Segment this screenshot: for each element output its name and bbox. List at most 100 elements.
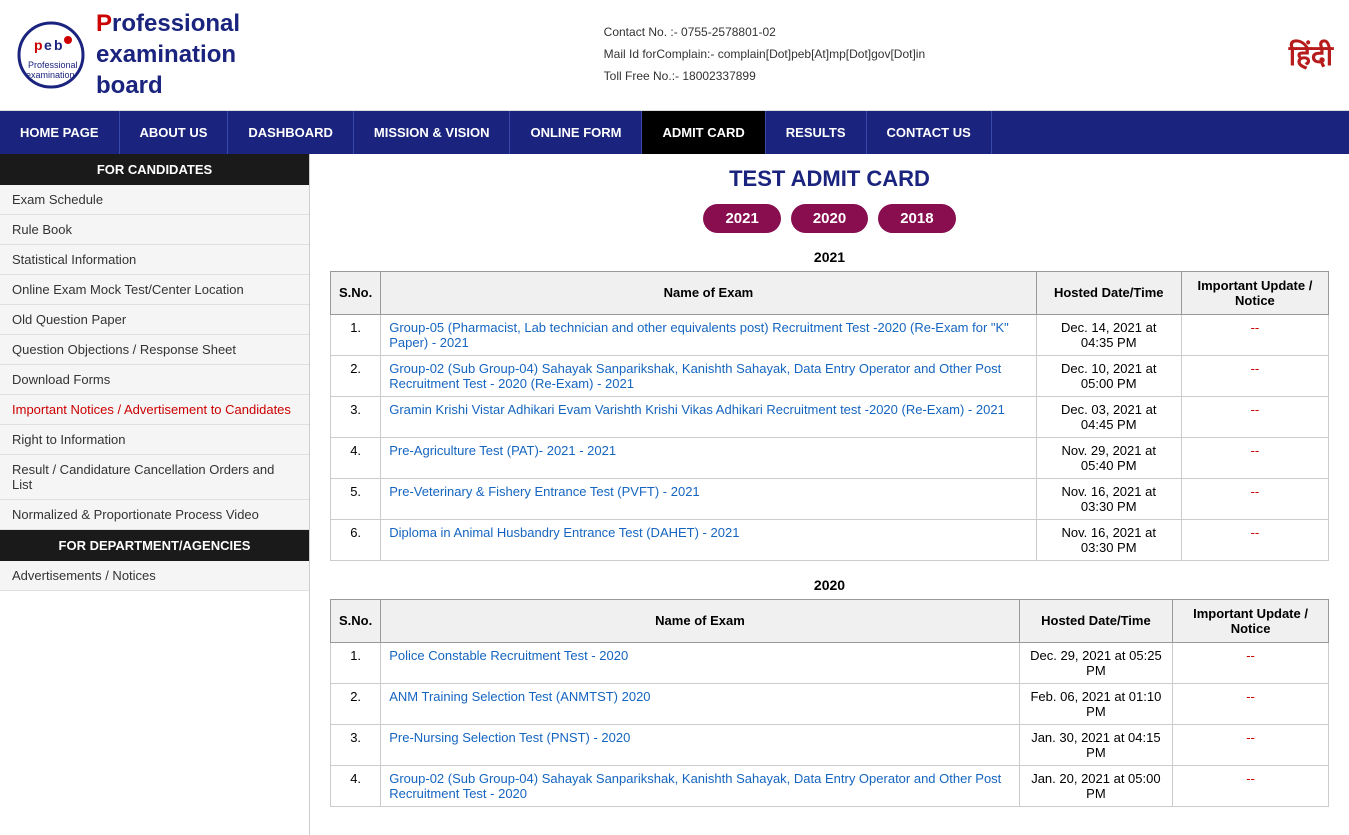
cell-notice: --	[1181, 478, 1328, 519]
cell-notice: --	[1181, 355, 1328, 396]
section-heading-2021: 2021	[330, 249, 1329, 265]
nav-mission[interactable]: MISSION & VISION	[354, 111, 511, 154]
table-row: 1. Police Constable Recruitment Test - 2…	[331, 642, 1329, 683]
svg-text:p: p	[34, 37, 43, 53]
logo-text: Professional examination board	[96, 8, 240, 102]
sidebar-item-exam-schedule[interactable]: Exam Schedule	[0, 185, 309, 215]
sidebar-item-result-cancellation[interactable]: Result / Candidature Cancellation Orders…	[0, 455, 309, 500]
exam-link[interactable]: Group-02 (Sub Group-04) Sahayak Sanparik…	[389, 771, 1001, 801]
table-2020: S.No. Name of Exam Hosted Date/Time Impo…	[330, 599, 1329, 807]
contact-number: Contact No. :- 0755-2578801-02	[604, 22, 925, 44]
th-sno-2020: S.No.	[331, 599, 381, 642]
sidebar-item-objections[interactable]: Question Objections / Response Sheet	[0, 335, 309, 365]
svg-text:b: b	[54, 37, 63, 53]
sidebar-item-normalized[interactable]: Normalized & Proportionate Process Video	[0, 500, 309, 530]
cell-notice: --	[1181, 437, 1328, 478]
cell-date: Dec. 14, 2021 at 04:35 PM	[1036, 314, 1181, 355]
exam-link[interactable]: Gramin Krishi Vistar Adhikari Evam Varis…	[389, 402, 1005, 417]
exam-link[interactable]: Diploma in Animal Husbandry Entrance Tes…	[389, 525, 739, 540]
year-btn-2018[interactable]: 2018	[878, 204, 955, 233]
section-heading-2020: 2020	[330, 577, 1329, 593]
cell-sno: 3.	[331, 396, 381, 437]
hindi-button[interactable]: हिंदी	[1289, 36, 1333, 74]
nav-dashboard[interactable]: DASHBOARD	[228, 111, 354, 154]
sidebar-item-important-notices[interactable]: Important Notices / Advertisement to Can…	[0, 395, 309, 425]
page-title: TEST ADMIT CARD	[330, 166, 1329, 192]
cell-name: Group-05 (Pharmacist, Lab technician and…	[381, 314, 1036, 355]
year-btn-2020[interactable]: 2020	[791, 204, 868, 233]
cell-name: Diploma in Animal Husbandry Entrance Tes…	[381, 519, 1036, 560]
cell-date: Dec. 03, 2021 at 04:45 PM	[1036, 396, 1181, 437]
sidebar-item-rti[interactable]: Right to Information	[0, 425, 309, 455]
cell-sno: 6.	[331, 519, 381, 560]
main-nav: HOME PAGE ABOUT US DASHBOARD MISSION & V…	[0, 111, 1349, 154]
main-content: TEST ADMIT CARD 2021 2020 2018 2021 S.No…	[310, 154, 1349, 835]
table-row: 3. Gramin Krishi Vistar Adhikari Evam Va…	[331, 396, 1329, 437]
exam-link[interactable]: Group-02 (Sub Group-04) Sahayak Sanparik…	[389, 361, 1001, 391]
th-notice-2020: Important Update / Notice	[1173, 599, 1329, 642]
sidebar-item-rule-book[interactable]: Rule Book	[0, 215, 309, 245]
cell-date: Nov. 29, 2021 at 05:40 PM	[1036, 437, 1181, 478]
cell-sno: 2.	[331, 355, 381, 396]
cell-notice: --	[1173, 765, 1329, 806]
mail-info: Mail Id forComplain:- complain[Dot]peb[A…	[604, 44, 925, 66]
contact-info: Contact No. :- 0755-2578801-02 Mail Id f…	[604, 22, 925, 87]
sidebar-dept-header: FOR DEPARTMENT/AGENCIES	[0, 530, 309, 561]
exam-link[interactable]: Pre-Veterinary & Fishery Entrance Test (…	[389, 484, 699, 499]
header: p e b Professional examination Professio…	[0, 0, 1349, 111]
cell-notice: --	[1173, 642, 1329, 683]
year-buttons-row: 2021 2020 2018	[330, 204, 1329, 233]
cell-date: Jan. 30, 2021 at 04:15 PM	[1019, 724, 1172, 765]
cell-sno: 4.	[331, 437, 381, 478]
cell-name: Pre-Agriculture Test (PAT)- 2021 - 2021	[381, 437, 1036, 478]
sidebar-item-download-forms[interactable]: Download Forms	[0, 365, 309, 395]
cell-notice: --	[1173, 683, 1329, 724]
nav-about[interactable]: ABOUT US	[120, 111, 229, 154]
nav-results[interactable]: RESULTS	[766, 111, 867, 154]
nav-contact[interactable]: CONTACT US	[867, 111, 992, 154]
table-row: 6. Diploma in Animal Husbandry Entrance …	[331, 519, 1329, 560]
exam-link[interactable]: Police Constable Recruitment Test - 2020	[389, 648, 628, 663]
cell-notice: --	[1181, 314, 1328, 355]
cell-sno: 4.	[331, 765, 381, 806]
exam-link[interactable]: Pre-Agriculture Test (PAT)- 2021 - 2021	[389, 443, 616, 458]
th-name-2021: Name of Exam	[381, 271, 1036, 314]
page-layout: FOR CANDIDATES Exam Schedule Rule Book S…	[0, 154, 1349, 835]
table-row: 4. Pre-Agriculture Test (PAT)- 2021 - 20…	[331, 437, 1329, 478]
sidebar-item-advertisements[interactable]: Advertisements / Notices	[0, 561, 309, 591]
exam-link[interactable]: Group-05 (Pharmacist, Lab technician and…	[389, 320, 1009, 350]
nav-home[interactable]: HOME PAGE	[0, 111, 120, 154]
cell-sno: 2.	[331, 683, 381, 724]
sidebar: FOR CANDIDATES Exam Schedule Rule Book S…	[0, 154, 310, 835]
th-date-2020: Hosted Date/Time	[1019, 599, 1172, 642]
th-name-2020: Name of Exam	[381, 599, 1019, 642]
sidebar-item-old-question[interactable]: Old Question Paper	[0, 305, 309, 335]
cell-date: Feb. 06, 2021 at 01:10 PM	[1019, 683, 1172, 724]
sidebar-item-statistical[interactable]: Statistical Information	[0, 245, 309, 275]
logo-line1: P	[96, 10, 112, 37]
cell-name: Pre-Nursing Selection Test (PNST) - 2020	[381, 724, 1019, 765]
cell-date: Dec. 29, 2021 at 05:25 PM	[1019, 642, 1172, 683]
nav-admit-card[interactable]: ADMIT CARD	[642, 111, 765, 154]
table-2021: S.No. Name of Exam Hosted Date/Time Impo…	[330, 271, 1329, 561]
table-row: 1. Group-05 (Pharmacist, Lab technician …	[331, 314, 1329, 355]
th-date-2021: Hosted Date/Time	[1036, 271, 1181, 314]
th-sno-2021: S.No.	[331, 271, 381, 314]
logo-icon: p e b Professional examination	[16, 20, 86, 90]
svg-text:examination: examination	[26, 70, 75, 80]
sidebar-candidates-header: FOR CANDIDATES	[0, 154, 309, 185]
th-notice-2021: Important Update / Notice	[1181, 271, 1328, 314]
cell-date: Nov. 16, 2021 at 03:30 PM	[1036, 478, 1181, 519]
nav-online-form[interactable]: ONLINE FORM	[510, 111, 642, 154]
cell-name: ANM Training Selection Test (ANMTST) 202…	[381, 683, 1019, 724]
cell-name: Group-02 (Sub Group-04) Sahayak Sanparik…	[381, 765, 1019, 806]
sidebar-item-mock-test[interactable]: Online Exam Mock Test/Center Location	[0, 275, 309, 305]
exam-link[interactable]: ANM Training Selection Test (ANMTST) 202…	[389, 689, 650, 704]
exam-link[interactable]: Pre-Nursing Selection Test (PNST) - 2020	[389, 730, 630, 745]
year-btn-2021[interactable]: 2021	[703, 204, 780, 233]
cell-notice: --	[1173, 724, 1329, 765]
cell-name: Gramin Krishi Vistar Adhikari Evam Varis…	[381, 396, 1036, 437]
table-row: 2. ANM Training Selection Test (ANMTST) …	[331, 683, 1329, 724]
cell-sno: 3.	[331, 724, 381, 765]
logo-line2: examination	[96, 39, 240, 70]
